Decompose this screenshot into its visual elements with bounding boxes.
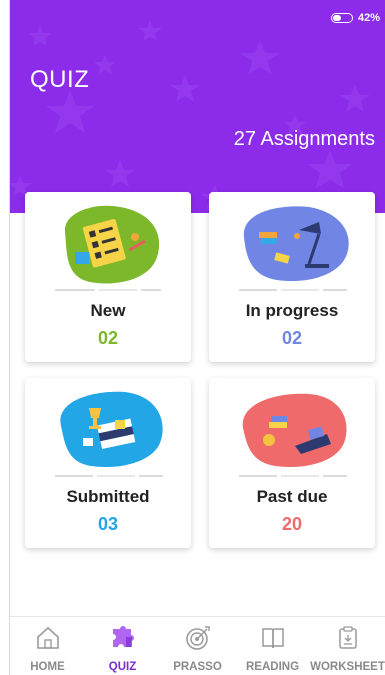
- card-label: New: [90, 301, 126, 320]
- nav-item-reading[interactable]: READING: [235, 617, 310, 675]
- card-past-due[interactable]: Past due 20: [209, 378, 375, 548]
- card-label: Past due: [256, 487, 328, 506]
- clock-books-art-icon: [239, 393, 347, 477]
- quiz-header: 42% QUIZ 27 Assignments: [10, 0, 385, 213]
- target-icon: [185, 626, 210, 650]
- page-title: QUIZ: [30, 66, 90, 93]
- status-bar: 42%: [330, 12, 380, 24]
- nav-label-home: HOME: [30, 661, 65, 673]
- left-edge-line: [9, 0, 10, 675]
- home-icon: [36, 626, 59, 649]
- card-label: In progress: [245, 301, 339, 320]
- battery-icon: [330, 13, 353, 23]
- app-screen: 42% QUIZ 27 Assignments New 02 In progre…: [0, 0, 385, 675]
- nav-item-worksheet[interactable]: WORKSHEET: [310, 617, 385, 675]
- nav-item-quiz[interactable]: QUIZ: [85, 617, 160, 675]
- battery-percent: 42%: [357, 12, 380, 24]
- battery-level: [332, 15, 342, 21]
- nav-label-worksheet: WORKSHEET: [310, 661, 385, 673]
- card-count: 03: [97, 514, 119, 534]
- book-icon: [261, 628, 284, 649]
- nav-label-quiz: QUIZ: [108, 661, 137, 673]
- bottom-nav: HOME QUIZ PRASSO READING WORKSHEET: [10, 617, 385, 675]
- nav-item-home[interactable]: HOME: [10, 617, 85, 675]
- card-count: 02: [281, 328, 303, 348]
- star-pattern-background: [10, 20, 370, 210]
- assignments-count: 27 Assignments: [233, 128, 375, 150]
- nav-item-prasso[interactable]: PRASSO: [160, 617, 235, 675]
- card-submitted[interactable]: Submitted 03: [25, 378, 191, 548]
- lamp-books-art-icon: [239, 206, 349, 291]
- card-count: 20: [281, 514, 303, 534]
- card-new[interactable]: New 02: [25, 192, 191, 362]
- puzzle-icon: [112, 626, 134, 647]
- trophy-books-art-icon: [55, 391, 163, 477]
- card-in-progress[interactable]: In progress 02: [209, 192, 375, 362]
- clipboard-icon: [338, 626, 357, 649]
- checklist-art-icon: [55, 205, 161, 291]
- card-label: Submitted: [66, 487, 150, 506]
- nav-label-reading: READING: [245, 661, 300, 673]
- card-count: 02: [97, 328, 119, 348]
- nav-label-prasso: PRASSO: [173, 661, 222, 673]
